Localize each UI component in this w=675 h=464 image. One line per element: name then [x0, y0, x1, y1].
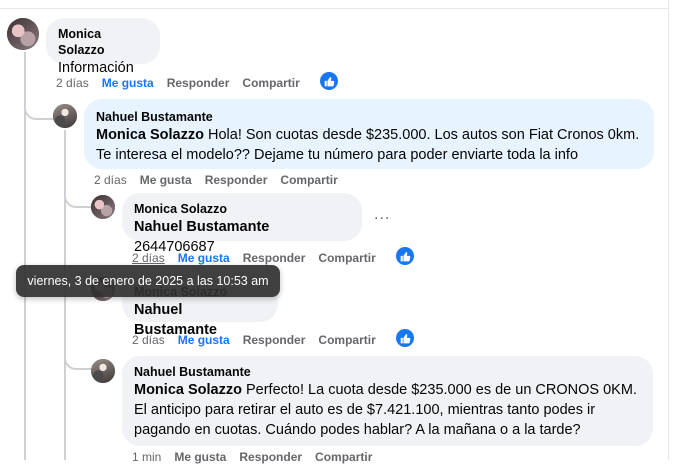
- mention-link[interactable]: Monica Solazzo: [96, 127, 204, 143]
- comment-bubble: Nahuel Bustamante Monica Solazzo Perfect…: [122, 356, 653, 446]
- share-button[interactable]: Compartir: [318, 251, 375, 265]
- avatar[interactable]: [7, 18, 39, 50]
- share-button[interactable]: Compartir: [315, 450, 372, 464]
- avatar[interactable]: [53, 104, 77, 128]
- share-button[interactable]: Compartir: [280, 173, 337, 187]
- like-button[interactable]: Me gusta: [178, 251, 230, 265]
- top-divider: [0, 8, 668, 9]
- like-button[interactable]: Me gusta: [178, 333, 230, 347]
- reply-button[interactable]: Responder: [205, 173, 268, 187]
- comment-author[interactable]: Monica Solazzo: [58, 26, 148, 58]
- reply-button[interactable]: Responder: [243, 251, 306, 265]
- more-options-icon[interactable]: ...: [374, 206, 390, 224]
- comment-bubble: Monica Solazzo Información: [46, 18, 160, 76]
- timestamp-tooltip: viernes, 3 de enero de 2025 a las 10:53 …: [16, 265, 280, 297]
- thread-line: [64, 190, 92, 208]
- avatar[interactable]: [91, 359, 115, 383]
- thumbs-up-icon[interactable]: [396, 247, 414, 265]
- comment-time[interactable]: 2 días: [132, 251, 165, 265]
- thread-line: [64, 352, 92, 370]
- comment-text: Información: [58, 60, 134, 76]
- comment-bubble: Nahuel Bustamante Monica Solazzo Hola! S…: [84, 99, 654, 169]
- comment-author[interactable]: Nahuel Bustamante: [134, 364, 641, 380]
- reply-button[interactable]: Responder: [243, 333, 306, 347]
- thread-line: [24, 102, 54, 120]
- comment-actions: 1 min Me gusta Responder Compartir: [132, 450, 385, 464]
- mention-link[interactable]: Monica Solazzo: [134, 382, 242, 398]
- reply-button[interactable]: Responder: [239, 450, 302, 464]
- like-button[interactable]: Me gusta: [102, 76, 154, 90]
- comment-actions: 2 días Me gusta Responder Compartir: [56, 76, 313, 90]
- right-divider: [668, 0, 669, 460]
- comment-time[interactable]: 2 días: [132, 333, 165, 347]
- comment-actions: 2 días Me gusta Responder Compartir: [132, 251, 389, 265]
- comment-actions: 2 días Me gusta Responder Compartir: [132, 333, 389, 347]
- share-button[interactable]: Compartir: [318, 333, 375, 347]
- like-button[interactable]: Me gusta: [174, 450, 226, 464]
- comment-time[interactable]: 1 min: [132, 450, 161, 464]
- thumbs-up-icon[interactable]: [396, 329, 414, 347]
- comment-author[interactable]: Monica Solazzo: [134, 201, 350, 217]
- comment-text: Monica Solazzo Hola! Son cuotas desde $2…: [96, 125, 642, 165]
- comment-actions: 2 días Me gusta Responder Compartir: [94, 173, 351, 187]
- like-button[interactable]: Me gusta: [140, 173, 192, 187]
- thumbs-up-icon[interactable]: [320, 72, 338, 90]
- comment-bubble: Monica Solazzo Nahuel Bustamante 2644706…: [122, 193, 362, 255]
- comment-time[interactable]: 2 días: [56, 76, 89, 90]
- reply-button[interactable]: Responder: [167, 76, 230, 90]
- comment-text: Monica Solazzo Perfecto! La cuota desde …: [134, 380, 641, 440]
- comment-time[interactable]: 2 días: [94, 173, 127, 187]
- mention-link[interactable]: Nahuel Bustamante: [134, 219, 269, 235]
- share-button[interactable]: Compartir: [242, 76, 299, 90]
- avatar[interactable]: [91, 195, 115, 219]
- comment-author[interactable]: Nahuel Bustamante: [96, 109, 642, 125]
